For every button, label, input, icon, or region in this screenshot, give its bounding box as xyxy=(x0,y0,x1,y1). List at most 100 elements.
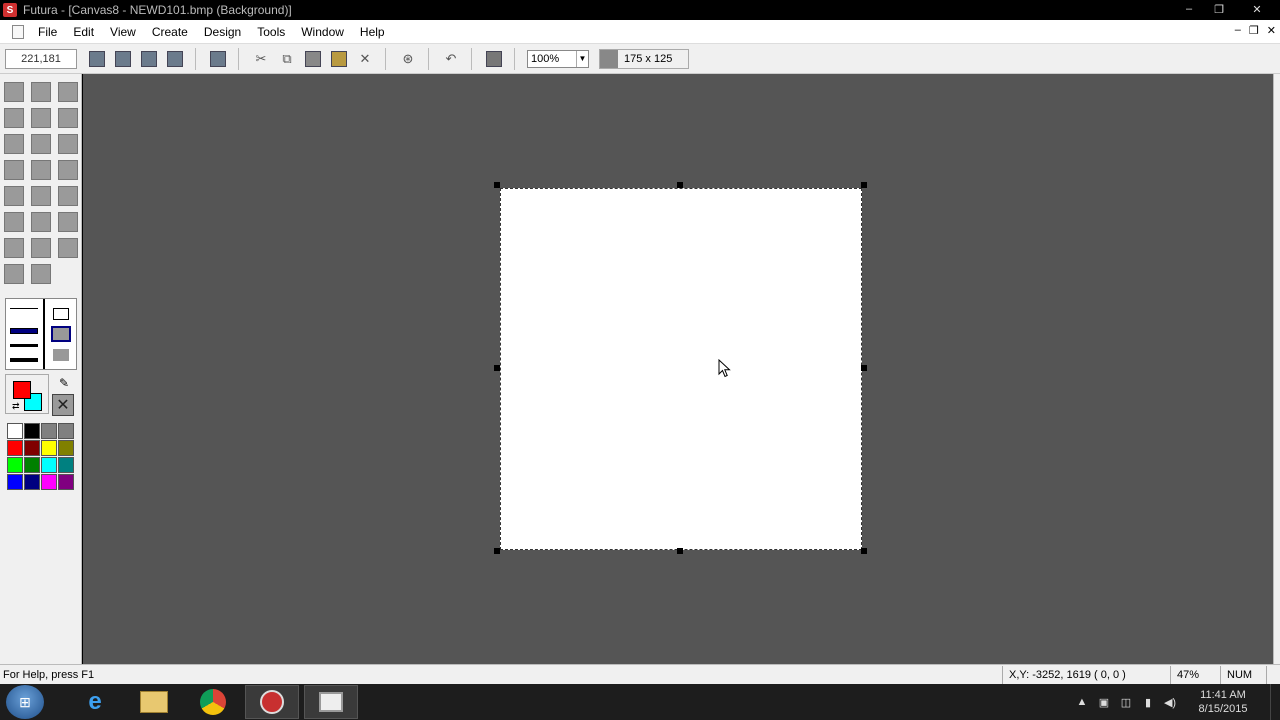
canvas-document[interactable] xyxy=(500,188,862,550)
tool-lasso[interactable] xyxy=(31,108,51,128)
palette-color-7[interactable] xyxy=(58,440,74,456)
import-button[interactable] xyxy=(113,49,133,69)
palette-color-9[interactable] xyxy=(24,457,40,473)
tool-magic-wand[interactable] xyxy=(58,108,78,128)
menu-help[interactable]: Help xyxy=(352,25,393,39)
tool-smudge[interactable] xyxy=(4,186,24,206)
save-button[interactable] xyxy=(87,49,107,69)
palette-color-10[interactable] xyxy=(41,457,57,473)
palette-color-15[interactable] xyxy=(58,474,74,490)
fill-solid-option[interactable] xyxy=(53,349,69,361)
taskbar-futura[interactable] xyxy=(245,685,299,719)
taskbar-file-explorer[interactable] xyxy=(127,685,181,719)
tool-fill[interactable] xyxy=(31,212,51,232)
show-hidden-icons[interactable]: ▲ xyxy=(1074,694,1090,710)
eyedropper-icon[interactable]: ✎ xyxy=(56,376,72,390)
tool-crop[interactable] xyxy=(58,82,78,102)
transform-button[interactable]: ⊛ xyxy=(398,49,418,69)
action-center-icon[interactable]: ▣ xyxy=(1096,694,1112,710)
taskbar-window[interactable] xyxy=(304,685,358,719)
show-desktop-button[interactable] xyxy=(1270,684,1280,720)
network-icon[interactable]: ◫ xyxy=(1118,694,1134,710)
resize-handle-top-right[interactable] xyxy=(861,182,867,188)
volume-icon[interactable]: ◀) xyxy=(1162,694,1178,710)
palette-color-5[interactable] xyxy=(24,440,40,456)
menu-create[interactable]: Create xyxy=(144,25,196,39)
vertical-scrollbar[interactable] xyxy=(1273,74,1280,664)
palette-color-13[interactable] xyxy=(24,474,40,490)
image-button[interactable] xyxy=(139,49,159,69)
tool-pencil[interactable] xyxy=(4,134,24,154)
palette-color-12[interactable] xyxy=(7,474,23,490)
delete-button[interactable]: ✕ xyxy=(355,49,375,69)
tool-brush[interactable] xyxy=(31,134,51,154)
export-button[interactable] xyxy=(165,49,185,69)
palette-color-11[interactable] xyxy=(58,457,74,473)
minimize-button[interactable]: – xyxy=(1174,0,1204,18)
tool-curve[interactable] xyxy=(31,160,51,180)
palette-color-8[interactable] xyxy=(7,457,23,473)
resize-button[interactable] xyxy=(484,49,504,69)
zoom-select[interactable]: 100% ▼ xyxy=(527,49,589,68)
resize-handle-bottom[interactable] xyxy=(677,548,683,554)
paste-button[interactable] xyxy=(303,49,323,69)
tool-shape[interactable] xyxy=(58,212,78,232)
close-button[interactable]: ✕ xyxy=(1234,0,1280,18)
tool-airbrush[interactable] xyxy=(58,134,78,154)
page-button[interactable] xyxy=(208,49,228,69)
document-icon[interactable] xyxy=(12,24,24,39)
mdi-restore-button[interactable]: ❐ xyxy=(1249,24,1259,37)
undo-button[interactable]: ↶ xyxy=(441,49,461,69)
no-fill-icon[interactable]: ✕ xyxy=(52,394,74,416)
tool-zoom[interactable] xyxy=(4,264,24,284)
tool-eraser[interactable] xyxy=(4,212,24,232)
tool-hand[interactable] xyxy=(31,264,51,284)
taskbar-chrome[interactable] xyxy=(186,685,240,719)
menu-edit[interactable]: Edit xyxy=(65,25,102,39)
signal-icon[interactable]: ▮ xyxy=(1140,694,1156,710)
mdi-close-button[interactable]: ✕ xyxy=(1267,24,1276,37)
cut-button[interactable]: ✂ xyxy=(251,49,271,69)
tool-line[interactable] xyxy=(4,160,24,180)
menu-design[interactable]: Design xyxy=(196,25,249,39)
tool-gradient[interactable] xyxy=(58,238,78,258)
tool-select[interactable] xyxy=(4,82,24,102)
tool-stamp[interactable] xyxy=(31,238,51,258)
line-width-selected[interactable] xyxy=(10,328,38,334)
menu-file[interactable]: File xyxy=(30,25,65,39)
tool-marquee[interactable] xyxy=(4,108,24,128)
palette-color-6[interactable] xyxy=(41,440,57,456)
fill-outline-solid-option[interactable] xyxy=(51,326,71,342)
resize-handle-top[interactable] xyxy=(677,182,683,188)
swap-colors-icon[interactable]: ⇄ xyxy=(12,401,22,411)
palette-color-3[interactable] xyxy=(58,423,74,439)
line-width-3[interactable] xyxy=(10,344,38,347)
menu-window[interactable]: Window xyxy=(293,25,352,39)
maximize-button[interactable]: ❐ xyxy=(1204,0,1234,18)
copy-button[interactable]: ⧉ xyxy=(277,49,297,69)
status-grip[interactable] xyxy=(1266,665,1280,684)
paste-special-button[interactable] xyxy=(329,49,349,69)
taskbar-internet-explorer[interactable]: e xyxy=(68,685,122,719)
resize-handle-left[interactable] xyxy=(494,365,500,371)
fill-outline-option[interactable] xyxy=(53,308,69,320)
foreground-color-swatch[interactable] xyxy=(13,381,31,399)
menu-tools[interactable]: Tools xyxy=(249,25,293,39)
clock[interactable]: 11:41 AM 8/15/2015 xyxy=(1188,688,1258,716)
palette-color-4[interactable] xyxy=(7,440,23,456)
resize-handle-top-left[interactable] xyxy=(494,182,500,188)
resize-handle-right[interactable] xyxy=(861,365,867,371)
palette-color-14[interactable] xyxy=(41,474,57,490)
line-width-1[interactable] xyxy=(10,308,38,309)
app-icon[interactable]: S xyxy=(3,3,17,17)
resize-handle-bottom-right[interactable] xyxy=(861,548,867,554)
tool-rectangle[interactable] xyxy=(58,186,78,206)
tool-text[interactable] xyxy=(4,238,24,258)
menu-view[interactable]: View xyxy=(102,25,144,39)
palette-color-1[interactable] xyxy=(24,423,40,439)
palette-color-0[interactable] xyxy=(7,423,23,439)
line-width-4[interactable] xyxy=(10,358,38,362)
start-button[interactable]: ⊞ xyxy=(6,685,44,719)
mdi-minimize-button[interactable]: – xyxy=(1235,24,1241,37)
tool-clone[interactable] xyxy=(58,160,78,180)
